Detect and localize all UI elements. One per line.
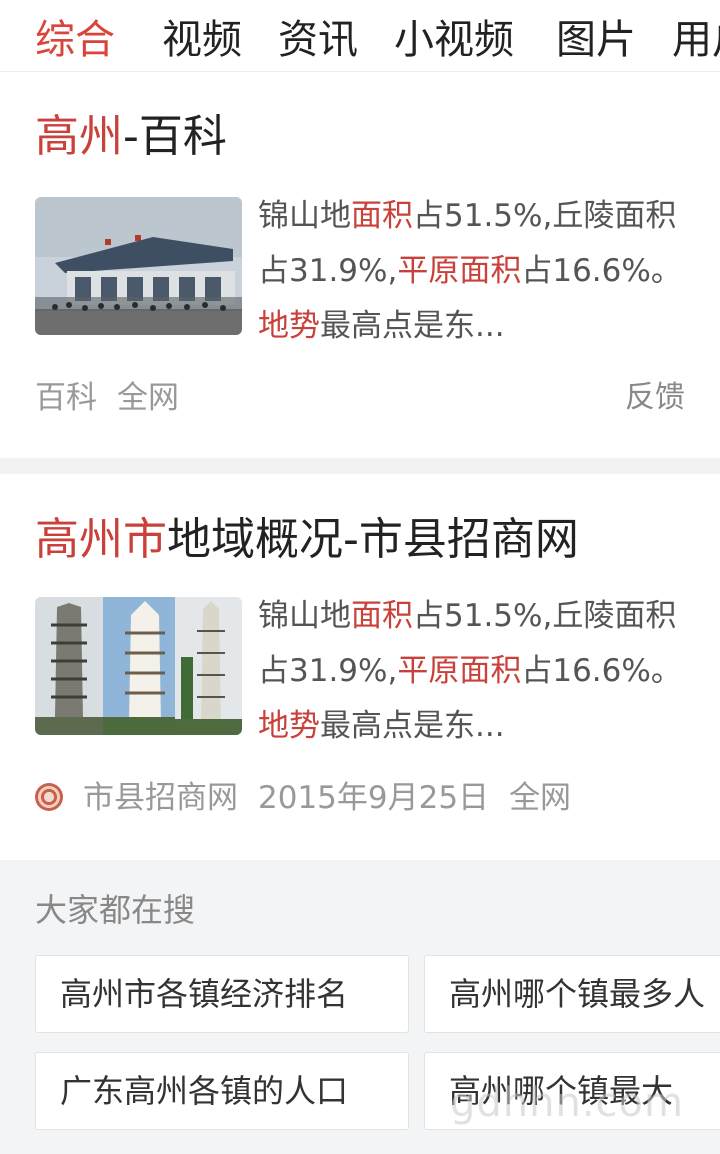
tab-news[interactable]: 资讯 — [278, 14, 358, 66]
meta-source[interactable]: 市县招商网 — [83, 780, 238, 816]
result-card-investment[interactable]: 高州市地域概况-市县招商网 锦山地面积占51.5%,丘陵面积占31.9%,平原面… — [0, 474, 720, 860]
related-title: 大家都在搜 — [35, 891, 196, 929]
pagoda-photo[interactable] — [35, 597, 242, 735]
snippet-text: 锦山地 — [258, 198, 351, 234]
snippet-text: 最高点是东... — [320, 708, 505, 744]
snippet-text: 最高点是东... — [320, 308, 505, 344]
result-snippet: 锦山地面积占51.5%,丘陵面积占31.9%,平原面积占16.6%。地势最高点是… — [258, 189, 688, 354]
snippet-highlight: 面积 — [351, 598, 413, 634]
tab-short-video[interactable]: 小视频 — [394, 14, 514, 66]
meta-source: 百科 — [35, 380, 97, 416]
meta-scope: 全网 — [509, 780, 572, 816]
snippet-highlight: 地势 — [258, 708, 320, 744]
related-search-chip[interactable]: 高州哪个镇最多人 — [424, 955, 720, 1033]
tab-video[interactable]: 视频 — [162, 14, 242, 66]
tab-users[interactable]: 用户 — [672, 14, 720, 66]
title-highlight: 高州市 — [35, 514, 167, 565]
station-photo[interactable] — [35, 197, 242, 335]
title-text: -百科 — [123, 111, 227, 162]
snippet-highlight: 平原面积 — [397, 653, 522, 689]
result-meta: 百科 全网 — [35, 378, 199, 418]
result-snippet: 锦山地面积占51.5%,丘陵面积占31.9%,平原面积占16.6%。地势最高点是… — [258, 589, 688, 754]
meta-scope: 全网 — [117, 380, 179, 416]
result-meta: 市县招商网 2015年9月25日 全网 — [35, 778, 591, 818]
snippet-highlight: 面积 — [351, 198, 413, 234]
snippet-highlight: 平原面积 — [397, 253, 522, 289]
meta-date: 2015年9月25日 — [258, 780, 490, 816]
result-title[interactable]: 高州市地域概况-市县招商网 — [35, 512, 579, 568]
snippet-text: 占16.6%。 — [521, 653, 682, 689]
snippet-highlight: 地势 — [258, 308, 320, 344]
related-searches: 大家都在搜 高州市各镇经济排名 高州哪个镇最多人 广东高州各镇的人口 高州哪个镇… — [0, 860, 720, 1154]
card-divider — [0, 458, 720, 474]
tab-comprehensive[interactable]: 综合 — [35, 14, 115, 66]
result-title[interactable]: 高州-百科 — [35, 109, 227, 165]
title-text: 地域概况-市县招商网 — [167, 514, 579, 565]
snippet-text: 占16.6%。 — [521, 253, 682, 289]
title-highlight: 高州 — [35, 111, 123, 162]
source-logo-icon — [35, 783, 63, 811]
snippet-text: 锦山地 — [258, 598, 351, 634]
category-tabs: 综合 视频 资讯 小视频 图片 用户 — [0, 0, 720, 72]
result-card-baike[interactable]: 高州-百科 锦山地面积占51.5%,丘陵面积占31.9%,平原面积占16.6%。… — [0, 73, 720, 458]
related-search-chip[interactable]: 广东高州各镇的人口 — [35, 1052, 409, 1130]
feedback-button[interactable]: 反馈 — [625, 378, 685, 418]
watermark: gdhhn.com — [450, 1080, 684, 1126]
related-search-chip[interactable]: 高州市各镇经济排名 — [35, 955, 409, 1033]
tab-images[interactable]: 图片 — [556, 14, 636, 66]
